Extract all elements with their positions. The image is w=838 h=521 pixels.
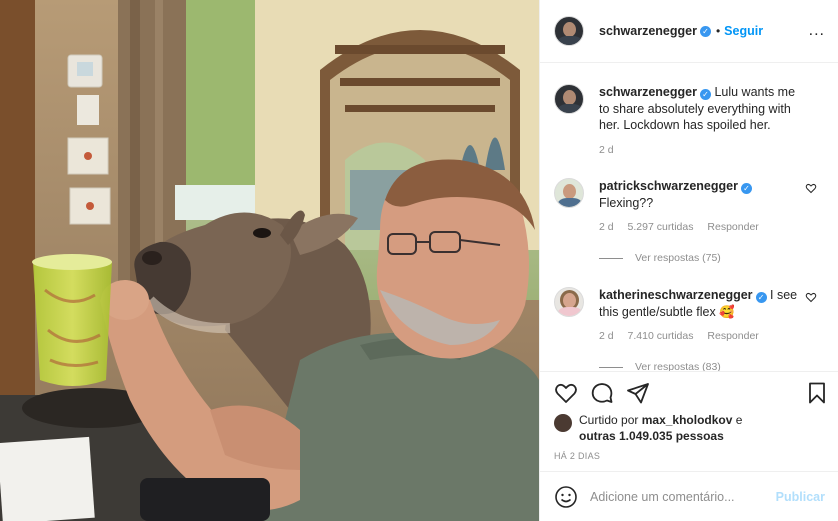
bookmark-icon[interactable] — [805, 381, 829, 405]
verified-badge-icon: ✓ — [699, 25, 711, 37]
comment-likes[interactable]: 7.410 curtidas — [628, 330, 694, 342]
header-username[interactable]: schwarzenegger — [599, 24, 697, 38]
verified-badge-icon: ✓ — [740, 183, 752, 194]
heart-icon[interactable] — [805, 291, 817, 303]
comments-list[interactable]: schwarzenegger ✓ Lulu wants me to share a… — [540, 64, 838, 371]
comment-text: Flexing?? — [599, 195, 654, 210]
avatar[interactable] — [554, 16, 584, 46]
likes-summary: Curtido por max_kholodkov e outras 1.049… — [554, 412, 742, 444]
instagram-post: schwarzenegger ✓ • Seguir ... schwarzene… — [0, 0, 838, 521]
likes-connector: e — [735, 413, 743, 427]
comment-time[interactable]: 2 d — [599, 330, 614, 342]
view-replies-label[interactable]: Ver respostas (83) — [635, 361, 721, 371]
header-separator: • — [715, 24, 721, 38]
chair — [140, 478, 270, 521]
add-comment-bar: Adicione um comentário... Publicar — [540, 471, 838, 521]
comment-time[interactable]: 2 d — [599, 221, 614, 233]
view-replies-button[interactable]: Ver respostas (75) — [599, 252, 721, 264]
post-sidebar: schwarzenegger ✓ • Seguir ... schwarzene… — [539, 0, 838, 521]
comment-input[interactable]: Adicione um comentário... — [590, 490, 770, 504]
post-timestamp[interactable]: HÁ 2 DIAS — [554, 451, 600, 461]
comment-username[interactable]: katherineschwarzenegger — [599, 288, 753, 302]
papers — [0, 436, 95, 521]
caption: schwarzenegger ✓ Lulu wants me to share a… — [554, 84, 829, 158]
green-glass — [32, 254, 112, 386]
likes-count[interactable]: outras 1.049.035 pessoas — [579, 429, 724, 443]
avatar[interactable] — [554, 287, 584, 317]
caption-time: 2 d — [599, 143, 614, 156]
comment-item: patrickschwarzenegger ✓ Flexing?? 2 d 5.2… — [554, 178, 829, 236]
post-header: schwarzenegger ✓ • Seguir ... — [540, 0, 838, 63]
reply-button[interactable]: Responder — [707, 330, 758, 342]
comment-likes[interactable]: 5.297 curtidas — [628, 221, 694, 233]
post-photo[interactable] — [0, 0, 539, 521]
comment-item: katherineschwarzenegger ✓ I see this gent… — [554, 287, 829, 345]
follow-button[interactable]: Seguir — [724, 24, 763, 38]
heart-icon[interactable] — [554, 381, 578, 405]
heart-icon[interactable] — [805, 182, 817, 194]
caption-username[interactable]: schwarzenegger — [599, 85, 697, 99]
verified-badge-icon: ✓ — [699, 89, 711, 100]
more-options-icon[interactable]: ... — [809, 22, 825, 40]
publish-button[interactable]: Publicar — [776, 490, 825, 504]
avatar[interactable] — [554, 178, 584, 208]
smiley-icon[interactable] — [554, 485, 578, 509]
comment-emoji: 🥰 — [719, 304, 735, 319]
action-bar: Curtido por max_kholodkov e outras 1.049… — [540, 371, 838, 471]
reply-button[interactable]: Responder — [707, 221, 758, 233]
paper-plane-icon[interactable] — [626, 381, 650, 405]
view-replies-label[interactable]: Ver respostas (75) — [635, 252, 721, 264]
likes-prefix: Curtido por — [579, 413, 639, 427]
verified-badge-icon: ✓ — [755, 292, 767, 303]
comment-username[interactable]: patrickschwarzenegger — [599, 179, 738, 193]
avatar[interactable] — [554, 84, 584, 114]
comment-bubble-icon[interactable] — [590, 381, 614, 405]
view-replies-button[interactable]: Ver respostas (83) — [599, 361, 721, 371]
liker-avatar[interactable] — [554, 414, 572, 432]
liker-username[interactable]: max_kholodkov — [642, 413, 733, 427]
